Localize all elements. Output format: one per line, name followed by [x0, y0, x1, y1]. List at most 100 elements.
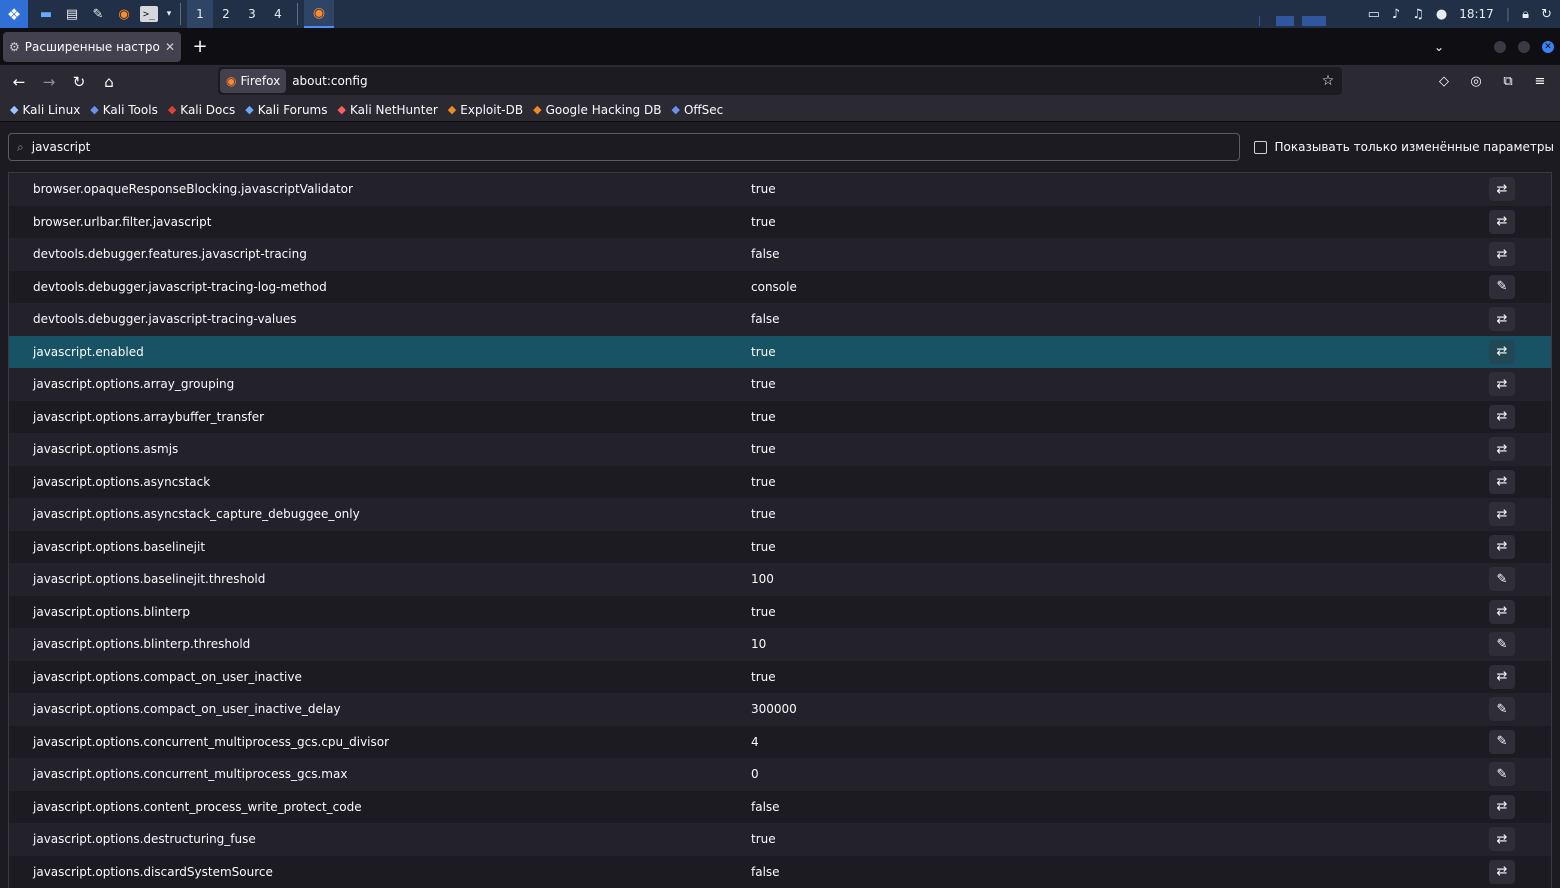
edit-pencil-icon[interactable]: ✎	[1489, 567, 1515, 591]
toggle-arrows-icon[interactable]: ⇄	[1489, 535, 1515, 559]
table-row[interactable]: javascript.options.asyncstacktrue⇄	[9, 466, 1551, 499]
kali-menu-icon[interactable]: ❖	[0, 0, 28, 28]
toggle-arrows-icon[interactable]: ⇄	[1489, 372, 1515, 396]
show-modified-only-toggle[interactable]: Показывать только изменённые параметры	[1254, 140, 1555, 154]
bookmark-item[interactable]: ◆Kali Tools	[90, 103, 158, 117]
firefox-window-button[interactable]: ◉	[304, 0, 334, 28]
terminal-icon[interactable]: >_	[140, 6, 158, 22]
table-row[interactable]: javascript.options.destructuring_fusetru…	[9, 823, 1551, 856]
url-bar[interactable]: ◉ Firefox about:config ☆	[218, 67, 1342, 95]
edit-pencil-icon[interactable]: ✎	[1489, 275, 1515, 299]
bookmark-item[interactable]: ◆Google Hacking DB	[533, 103, 661, 117]
pref-name: javascript.options.destructuring_fuse	[33, 832, 256, 846]
table-row[interactable]: devtools.debugger.javascript-tracing-val…	[9, 303, 1551, 336]
workspace-4[interactable]: 4	[265, 0, 291, 28]
kali-forums-icon: ◆	[245, 103, 253, 116]
toggle-arrows-icon[interactable]: ⇄	[1489, 502, 1515, 526]
toggle-arrows-icon[interactable]: ⇄	[1489, 340, 1515, 364]
table-row[interactable]: javascript.options.compact_on_user_inact…	[9, 661, 1551, 694]
edit-pencil-icon[interactable]: ✎	[1489, 762, 1515, 786]
home-button[interactable]: ⌂	[95, 68, 123, 96]
text-editor-icon[interactable]: ✎	[88, 5, 108, 23]
identity-box[interactable]: ◉ Firefox	[220, 69, 286, 93]
reload-button[interactable]: ↻	[65, 68, 93, 96]
toggle-arrows-icon[interactable]: ⇄	[1489, 600, 1515, 624]
bookmark-item[interactable]: ◆Kali Linux	[10, 103, 80, 117]
logout-icon[interactable]: ↻	[1541, 7, 1552, 22]
table-row[interactable]: javascript.enabledtrue⇄	[9, 336, 1551, 369]
workspace-3[interactable]: 3	[239, 0, 265, 28]
taskbar-divider	[180, 3, 181, 25]
bookmark-item[interactable]: ◆Kali Docs	[168, 103, 235, 117]
toggle-arrows-icon[interactable]: ⇄	[1489, 307, 1515, 331]
table-row[interactable]: javascript.options.compact_on_user_inact…	[9, 693, 1551, 726]
file-manager-icon[interactable]: ▤	[62, 5, 82, 23]
search-value: javascript	[32, 140, 91, 154]
display-icon[interactable]: ▭	[1368, 7, 1380, 22]
toggle-arrows-icon[interactable]: ⇄	[1489, 470, 1515, 494]
toggle-arrows-icon[interactable]: ⇄	[1489, 827, 1515, 851]
table-row[interactable]: javascript.options.asyncstack_capture_de…	[9, 498, 1551, 531]
pref-name: devtools.debugger.javascript-tracing-val…	[33, 312, 296, 326]
search-input[interactable]: ⌕ javascript	[8, 133, 1240, 161]
chevron-down-icon[interactable]: ⌄	[1424, 40, 1454, 54]
workspace-2[interactable]: 2	[213, 0, 239, 28]
notification-bell-icon[interactable]: ♫	[1412, 7, 1424, 22]
bookmark-item[interactable]: ◆OffSec	[671, 103, 723, 117]
edit-pencil-icon[interactable]: ✎	[1489, 632, 1515, 656]
table-row[interactable]: javascript.options.content_process_write…	[9, 791, 1551, 824]
pref-name: javascript.options.asmjs	[33, 442, 178, 456]
back-button[interactable]: ←	[5, 68, 33, 96]
table-row[interactable]: browser.opaqueResponseBlocking.javascrip…	[9, 173, 1551, 206]
table-row[interactable]: devtools.debugger.features.javascript-tr…	[9, 238, 1551, 271]
table-row[interactable]: javascript.options.baselinejittrue⇄	[9, 531, 1551, 564]
table-row[interactable]: javascript.options.concurrent_multiproce…	[9, 726, 1551, 759]
volume-icon[interactable]: ♪	[1392, 7, 1400, 22]
tab-about-config[interactable]: ⚙ Расширенные настройки ✕	[3, 32, 181, 62]
edit-pencil-icon[interactable]: ✎	[1489, 697, 1515, 721]
bookmark-star-icon[interactable]: ☆	[1314, 73, 1342, 89]
power-manager-icon[interactable]: ●	[1436, 7, 1447, 22]
workspace-1[interactable]: 1	[187, 0, 213, 28]
pocket-icon[interactable]: ◇	[1430, 67, 1458, 95]
table-row[interactable]: javascript.options.arraybuffer_transfert…	[9, 401, 1551, 434]
table-row[interactable]: javascript.options.blinterp.threshold10✎	[9, 628, 1551, 661]
table-row[interactable]: javascript.options.concurrent_multiproce…	[9, 758, 1551, 791]
show-modified-checkbox[interactable]	[1254, 141, 1267, 154]
toggle-arrows-icon[interactable]: ⇄	[1489, 860, 1515, 884]
bookmark-item[interactable]: ◆Kali Forums	[245, 103, 327, 117]
bookmark-item[interactable]: ◆Kali NetHunter	[338, 103, 438, 117]
toggle-arrows-icon[interactable]: ⇄	[1489, 405, 1515, 429]
lock-screen-icon[interactable]: 🔒︎	[1522, 7, 1529, 22]
toggle-arrows-icon[interactable]: ⇄	[1489, 210, 1515, 234]
bookmark-item[interactable]: ◆Exploit-DB	[448, 103, 523, 117]
account-icon[interactable]: ◎	[1462, 67, 1490, 95]
toggle-arrows-icon[interactable]: ⇄	[1489, 437, 1515, 461]
menu-icon[interactable]: ≡	[1526, 67, 1554, 95]
edit-pencil-icon[interactable]: ✎	[1489, 730, 1515, 754]
table-row[interactable]: javascript.options.blinterptrue⇄	[9, 596, 1551, 629]
forward-button[interactable]: →	[35, 68, 63, 96]
chevron-down-icon[interactable]: ▾	[164, 5, 174, 23]
firefox-launcher-icon[interactable]: ◉	[114, 5, 134, 23]
toggle-arrows-icon[interactable]: ⇄	[1489, 242, 1515, 266]
toggle-arrows-icon[interactable]: ⇄	[1489, 177, 1515, 201]
extensions-icon[interactable]: ⧉	[1494, 67, 1522, 95]
toggle-arrows-icon[interactable]: ⇄	[1489, 665, 1515, 689]
close-icon[interactable]: ✕	[165, 40, 175, 54]
table-row[interactable]: javascript.options.asmjstrue⇄	[9, 433, 1551, 466]
minimize-button[interactable]	[1494, 41, 1506, 53]
table-row[interactable]: devtools.debugger.javascript-tracing-log…	[9, 271, 1551, 304]
maximize-button[interactable]	[1518, 41, 1530, 53]
table-row[interactable]: browser.urlbar.filter.javascripttrue⇄	[9, 206, 1551, 239]
desktop-icon[interactable]: ▬	[36, 5, 56, 23]
new-tab-button[interactable]: +	[185, 32, 215, 62]
table-row[interactable]: javascript.options.array_groupingtrue⇄	[9, 368, 1551, 401]
window-close-button[interactable]: ✕	[1542, 41, 1554, 53]
clock[interactable]: 18:17	[1459, 7, 1494, 21]
url-input[interactable]: about:config	[292, 74, 1314, 88]
search-icon: ⌕	[17, 140, 24, 155]
table-row[interactable]: javascript.options.baselinejit.threshold…	[9, 563, 1551, 596]
table-row[interactable]: javascript.options.discardSystemSourcefa…	[9, 856, 1551, 888]
toggle-arrows-icon[interactable]: ⇄	[1489, 795, 1515, 819]
